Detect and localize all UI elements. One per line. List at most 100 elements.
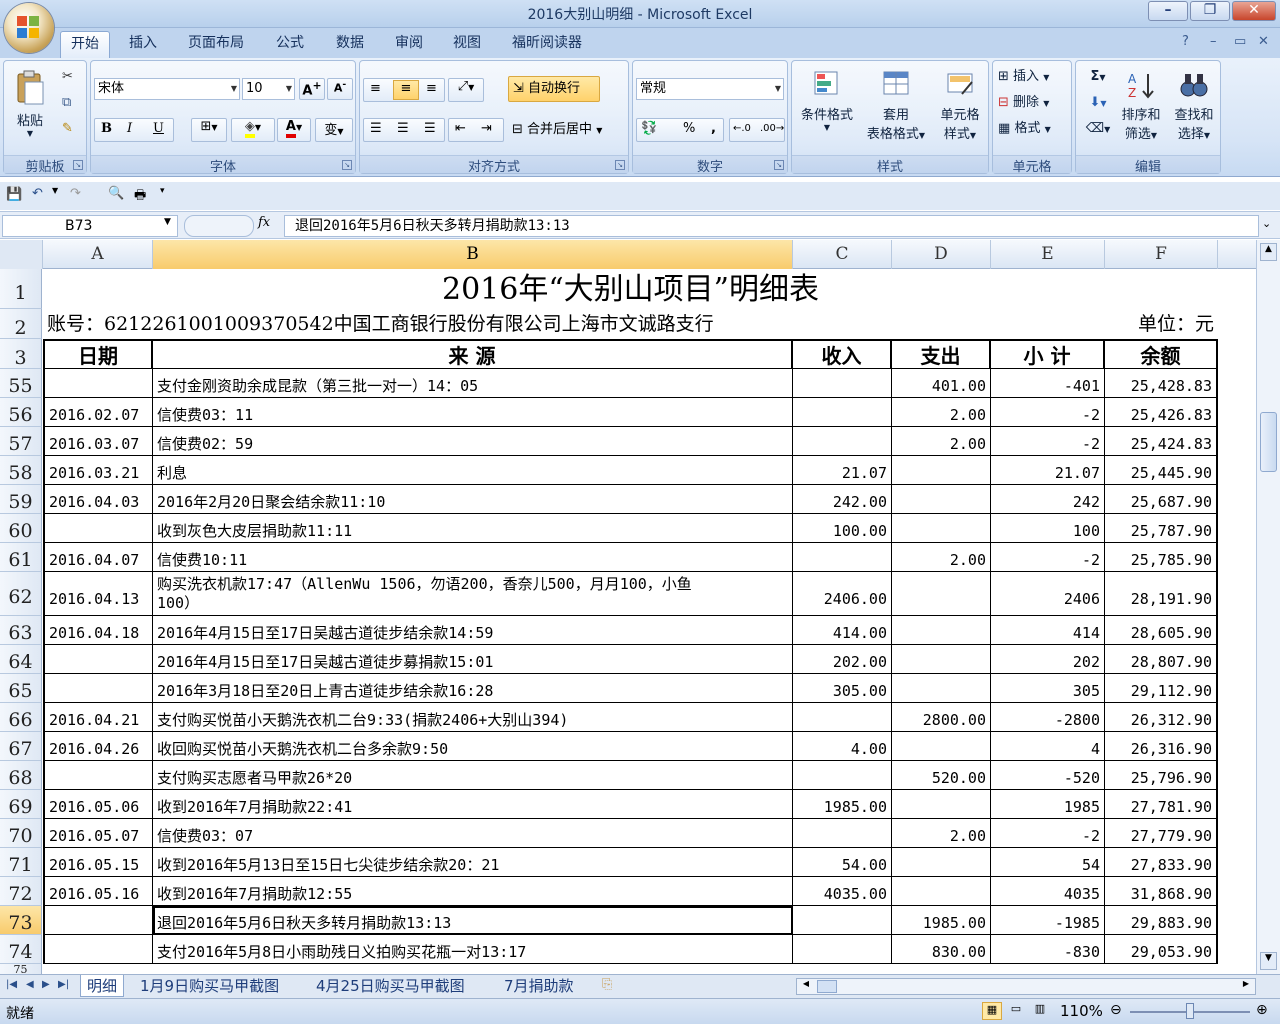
conditional-format-button[interactable]: 条件格式 ▼ [794,65,860,153]
table-header[interactable]: 日期 [43,339,153,369]
tab-review[interactable]: 审阅 [385,31,433,58]
cell-date[interactable] [43,906,153,935]
alignment-launcher-icon[interactable]: ↘ [615,160,625,170]
row-header[interactable]: 61 [0,543,42,572]
cell-src[interactable]: 收到2016年7月捐助款22:41 [153,790,793,819]
first-sheet-icon[interactable]: |◀ [6,979,17,990]
cell-bal[interactable]: 26,312.90 [1105,703,1218,732]
cell-src[interactable]: 支付购买志愿者马甲款26*20 [153,761,793,790]
next-sheet-icon[interactable]: ▶ [42,979,50,990]
zoom-out-icon[interactable]: ⊖ [1110,1002,1122,1018]
ribbon-minimize-icon[interactable]: – [1210,34,1217,49]
row-header[interactable]: 58 [0,456,42,485]
cell-out[interactable]: 2.00 [892,427,991,456]
help-icon[interactable]: ? [1182,34,1189,49]
autosum-button[interactable]: Σ▼ [1082,66,1114,88]
page-break-view-icon[interactable]: ▥ [1030,1002,1050,1020]
row-header[interactable]: 67 [0,732,42,761]
insert-sheet-icon[interactable]: ⎘ [602,977,612,992]
cell-bal[interactable]: 28,807.90 [1105,645,1218,674]
zoom-slider-thumb[interactable] [1186,1003,1194,1019]
cell-in[interactable]: 4.00 [793,732,892,761]
tab-formulas[interactable]: 公式 [266,31,314,58]
cell-src[interactable]: 支付金刚资助余成昆款（第三批一对一）14：05 [153,369,793,398]
cell-bal[interactable]: 27,833.90 [1105,848,1218,877]
cell-in[interactable]: 2406.00 [793,572,892,616]
cell-in[interactable]: 54.00 [793,848,892,877]
cell-date[interactable] [43,674,153,703]
unit-label[interactable]: 单位：元 [1105,309,1218,339]
vertical-scrollbar[interactable]: ▲ ▼ [1256,240,1280,974]
cell-in[interactable]: 1985.00 [793,790,892,819]
cell-bal[interactable]: 25,426.83 [1105,398,1218,427]
increase-decimal-icon[interactable]: ←.0 [733,123,751,134]
cell-bal[interactable]: 31,868.90 [1105,877,1218,906]
cell-out[interactable] [892,485,991,514]
column-header-f[interactable]: F [1105,240,1218,269]
align-center-icon[interactable]: ☰ [397,121,409,136]
office-button[interactable] [4,3,54,53]
cell-out[interactable]: 830.00 [892,935,991,964]
table-header[interactable]: 余额 [1105,339,1218,369]
name-box[interactable]: B73 [2,215,178,237]
page-layout-view-icon[interactable]: ▭ [1006,1002,1026,1020]
cell-in[interactable] [793,369,892,398]
align-left-icon[interactable]: ☰ [370,121,382,136]
cell-sub[interactable]: 1985 [991,790,1105,819]
table-header[interactable]: 支出 [892,339,991,369]
scroll-left-icon[interactable]: ◀ [799,979,813,994]
cell-in[interactable]: 414.00 [793,616,892,645]
cell-styles-button[interactable]: 单元格 样式▼ [932,65,988,153]
tab-insert[interactable]: 插入 [119,31,167,58]
cell-out[interactable]: 1985.00 [892,906,991,935]
cell-bal[interactable]: 27,779.90 [1105,819,1218,848]
copy-icon[interactable]: ⧉ [62,95,71,110]
account-line[interactable]: 账号：6212261001009370542中国工商银行股份有限公司上海市文诚路… [43,309,943,339]
normal-view-icon[interactable]: ▦ [982,1002,1002,1020]
column-header-e[interactable]: E [991,240,1105,269]
cell-date[interactable]: 2016.04.21 [43,703,153,732]
cell-src[interactable]: 信使费03：07 [153,819,793,848]
cell-src[interactable]: 信使费02：59 [153,427,793,456]
cell-in[interactable] [793,819,892,848]
row-header[interactable]: 56 [0,398,42,427]
underline-button[interactable]: U [153,121,164,136]
sheet-tab-detail[interactable]: 明细 [80,975,125,997]
cell-bal[interactable]: 25,424.83 [1105,427,1218,456]
zoom-level[interactable]: 110% [1060,1002,1103,1020]
cell-date[interactable]: 2016.04.03 [43,485,153,514]
formula-splitter[interactable] [184,215,254,237]
sheet-title[interactable]: 2016年“大别山项目”明细表 [43,269,1218,309]
expand-formula-icon[interactable]: ⌄ [1262,217,1271,230]
table-header[interactable]: 小 计 [991,339,1105,369]
undo-icon[interactable]: ↶ [32,186,43,201]
redo-icon[interactable]: ↷ [70,186,81,201]
cell-src[interactable]: 收回购买悦苗小天鹅洗衣机二台多余款9:50 [153,732,793,761]
row-header[interactable]: 70 [0,819,42,848]
cell-sub[interactable]: 202 [991,645,1105,674]
cell-in[interactable]: 202.00 [793,645,892,674]
cell-bal[interactable]: 25,796.90 [1105,761,1218,790]
row-header[interactable]: 69 [0,790,42,819]
customize-qat-icon[interactable]: ▾ [160,186,165,196]
cell-date[interactable]: 2016.04.07 [43,543,153,572]
row-header[interactable]: 2 [0,309,42,339]
row-header[interactable]: 64 [0,645,42,674]
align-top-icon[interactable]: ≡ [370,81,381,96]
row-header[interactable]: 71 [0,848,42,877]
cell-out[interactable] [892,790,991,819]
cell-in[interactable] [793,703,892,732]
cell-out[interactable]: 520.00 [892,761,991,790]
cell-in[interactable]: 242.00 [793,485,892,514]
cell-date[interactable] [43,645,153,674]
cell-src[interactable]: 2016年4月15日至17日吴越古道徒步结余款14:59 [153,616,793,645]
cell-date[interactable] [43,935,153,964]
format-as-table-button[interactable]: 套用 表格格式▼ [862,65,930,153]
sheet-tab-july[interactable]: 7月捐助款 [498,975,580,997]
cell-src[interactable]: 收到2016年7月捐助款12:55 [153,877,793,906]
cell-date[interactable]: 2016.05.06 [43,790,153,819]
cell-src[interactable]: 2016年4月15日至17日吴越古道徒步募捐款15:01 [153,645,793,674]
cell-in[interactable]: 21.07 [793,456,892,485]
cell-src[interactable]: 支付2016年5月8日小雨助残日义拍购买花瓶一对13:17 [153,935,793,964]
accounting-icon[interactable]: 💱 [641,121,657,136]
